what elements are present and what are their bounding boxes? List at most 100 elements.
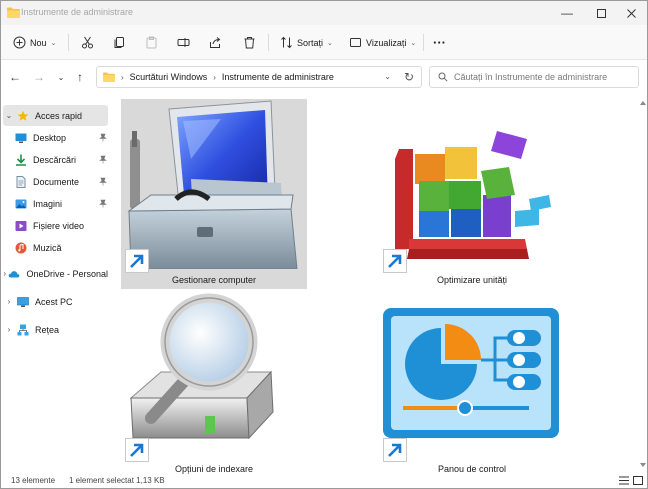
sidebar-item-documents[interactable]: Documente bbox=[13, 171, 108, 192]
file-item-label: Optimizare unități bbox=[436, 275, 508, 285]
sidebar-item-network[interactable]: › Rețea bbox=[3, 319, 108, 340]
navigation-row: ← → ⌄ ↑ › Scurtături Windows › Instrumen… bbox=[1, 60, 647, 94]
rename-icon bbox=[177, 38, 190, 47]
file-item[interactable]: Optimizare unități bbox=[379, 99, 565, 289]
share-button[interactable] bbox=[209, 33, 222, 52]
network-icon bbox=[17, 324, 29, 335]
toolbar-divider bbox=[423, 34, 424, 51]
toolbar-divider bbox=[268, 34, 269, 51]
chevron-right-icon: › bbox=[121, 72, 124, 82]
sidebar-item-pictures[interactable]: Imagini bbox=[13, 193, 108, 214]
close-button[interactable] bbox=[615, 1, 647, 25]
maximize-button[interactable] bbox=[585, 1, 617, 25]
new-button-label: Nou bbox=[30, 37, 47, 48]
sidebar-item-downloads[interactable]: Descărcări bbox=[13, 149, 108, 170]
sidebar-item-label: Desktop bbox=[33, 132, 67, 143]
chevron-down-icon: ⌄ bbox=[327, 39, 333, 47]
toolbar-divider bbox=[68, 34, 69, 51]
sidebar-item-videos[interactable]: Fișiere video bbox=[13, 215, 108, 236]
status-bar: 13 elemente 1 element selectat 1,13 KB bbox=[1, 474, 647, 488]
sidebar-item-onedrive[interactable]: › OneDrive - Personal bbox=[3, 263, 108, 284]
chevron-right-icon[interactable]: › bbox=[3, 297, 15, 306]
details-view-icon[interactable] bbox=[619, 476, 629, 485]
delete-button[interactable] bbox=[243, 33, 256, 52]
plus-circle-icon bbox=[13, 36, 26, 49]
chevron-down-icon[interactable]: ⌄ bbox=[3, 111, 15, 120]
chevron-right-icon[interactable]: › bbox=[3, 325, 15, 334]
share-icon bbox=[210, 37, 221, 48]
tiles-view-icon[interactable] bbox=[633, 476, 643, 485]
video-icon bbox=[15, 220, 27, 231]
scroll-down-icon[interactable] bbox=[639, 460, 647, 470]
cloud-icon bbox=[9, 270, 20, 277]
sidebar-item-music[interactable]: Muzică bbox=[13, 237, 108, 258]
star-icon bbox=[17, 110, 29, 121]
cut-button[interactable] bbox=[81, 33, 94, 52]
command-bar: Nou ⌄ Sortați ⌄ Vizualizați ⌄ ··· bbox=[1, 25, 647, 60]
rename-button[interactable] bbox=[177, 33, 190, 52]
file-item[interactable]: Gestionare computer bbox=[121, 99, 307, 289]
arrow-up-icon: ↑ bbox=[77, 70, 83, 84]
maximize-icon bbox=[596, 8, 606, 18]
file-item[interactable]: Opțiuni de indexare bbox=[121, 288, 307, 474]
desktop-icon bbox=[15, 133, 27, 143]
recent-locations-button[interactable]: ⌄ bbox=[53, 69, 69, 85]
sidebar-item-label: Rețea bbox=[35, 324, 60, 335]
vertical-scrollbar[interactable] bbox=[639, 94, 647, 474]
chevron-down-icon: ⌄ bbox=[57, 72, 65, 82]
new-button[interactable]: Nou ⌄ bbox=[13, 33, 56, 52]
view-button-label: Vizualizați bbox=[366, 37, 407, 48]
search-input[interactable]: Căutați în Instrumente de administrare bbox=[429, 66, 639, 88]
file-item[interactable]: Panou de control bbox=[379, 288, 565, 474]
shortcut-overlay-icon bbox=[383, 249, 407, 273]
address-dropdown-icon[interactable]: ⌄ bbox=[384, 72, 391, 81]
forward-button[interactable]: → bbox=[31, 69, 47, 85]
pin-icon bbox=[99, 199, 107, 208]
more-icon: ··· bbox=[433, 35, 446, 50]
breadcrumb-item[interactable]: Instrumente de administrare bbox=[222, 72, 334, 82]
breadcrumb-item[interactable]: Scurtături Windows bbox=[130, 72, 208, 82]
back-button[interactable]: ← bbox=[7, 69, 23, 85]
computer-management-icon bbox=[127, 100, 298, 269]
search-icon bbox=[438, 72, 448, 82]
file-explorer-window: Instrumente de administrare — Nou ⌄ Sort… bbox=[0, 0, 648, 489]
chevron-right-icon: › bbox=[213, 72, 216, 82]
trash-icon bbox=[244, 37, 255, 49]
copy-button[interactable] bbox=[113, 33, 126, 52]
search-placeholder: Căutați în Instrumente de administrare bbox=[454, 72, 608, 82]
refresh-icon[interactable]: ↻ bbox=[404, 70, 414, 84]
file-item-label: Gestionare computer bbox=[171, 275, 257, 285]
shortcut-overlay-icon bbox=[125, 438, 149, 462]
view-button[interactable]: Vizualizați ⌄ bbox=[349, 33, 416, 52]
minimize-button[interactable]: — bbox=[551, 1, 583, 25]
up-button[interactable]: ↑ bbox=[72, 69, 88, 85]
arrow-right-icon: → bbox=[33, 70, 45, 84]
scroll-up-icon[interactable] bbox=[639, 98, 647, 108]
chevron-down-icon: ⌄ bbox=[410, 39, 417, 47]
sidebar-item-desktop[interactable]: Desktop bbox=[13, 127, 108, 148]
shortcut-overlay-icon bbox=[125, 249, 149, 273]
chevron-right-icon[interactable]: › bbox=[3, 269, 6, 278]
sidebar-item-label: Documente bbox=[33, 176, 80, 187]
minimize-icon: — bbox=[561, 6, 573, 20]
indexing-options-icon bbox=[129, 293, 274, 440]
paste-button[interactable] bbox=[145, 33, 158, 52]
document-icon bbox=[16, 175, 26, 188]
window-title: Instrumente de administrare bbox=[21, 7, 134, 17]
paste-icon bbox=[146, 36, 157, 49]
sidebar-item-label: OneDrive - Personal bbox=[26, 268, 108, 279]
scissors-icon bbox=[82, 36, 93, 49]
sidebar-item-quick-access[interactable]: ⌄ Acces rapid bbox=[3, 105, 108, 126]
view-icon bbox=[350, 38, 361, 47]
control-panel-icon bbox=[383, 308, 559, 438]
title-bar: Instrumente de administrare — bbox=[1, 1, 647, 25]
selection-info: 1 element selectat 1,13 KB bbox=[69, 476, 165, 485]
defragment-icon bbox=[395, 131, 551, 259]
file-view: Gestionare computer Optimizare unități O… bbox=[111, 94, 635, 474]
sort-button[interactable]: Sortați ⌄ bbox=[280, 33, 333, 52]
sidebar-item-this-pc[interactable]: › Acest PC bbox=[3, 291, 108, 312]
address-bar[interactable]: › Scurtături Windows › Instrumente de ad… bbox=[96, 66, 422, 88]
more-options-button[interactable]: ··· bbox=[433, 33, 446, 52]
sidebar-item-label: Descărcări bbox=[33, 154, 77, 165]
folder-icon bbox=[103, 72, 115, 82]
